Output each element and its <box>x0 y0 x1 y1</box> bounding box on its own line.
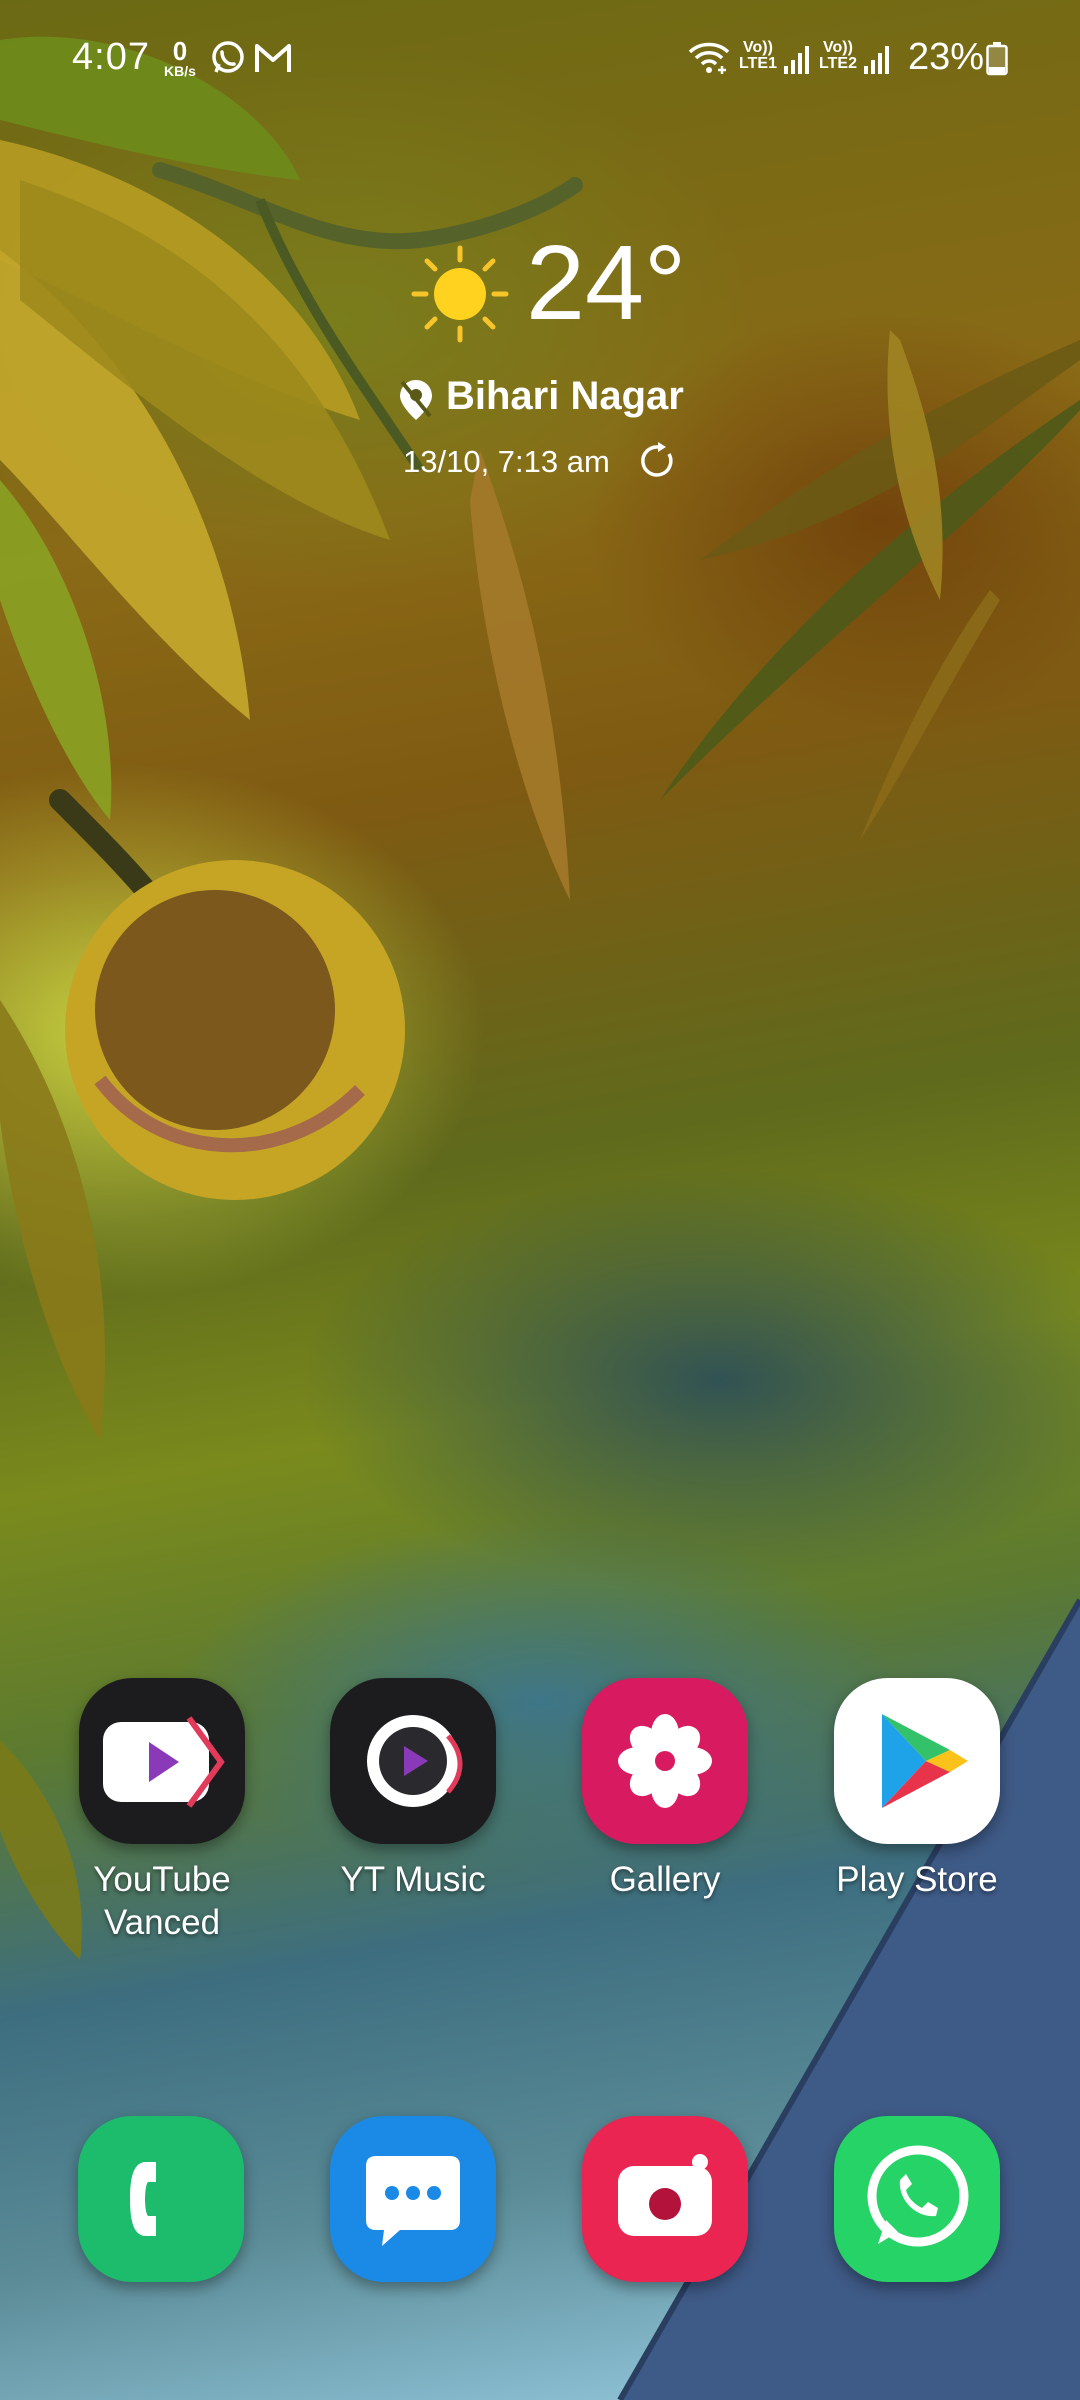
play-store-icon <box>834 1678 1000 1844</box>
battery-icon <box>986 42 1008 76</box>
location-pin-icon <box>400 380 432 420</box>
sim2-volte-indicator: Vo)) LTE2 <box>816 40 860 72</box>
volte-label: Vo)) <box>743 39 773 56</box>
status-bar: 4:07 0 KB/s Vo)) LTE1 Vo)) LTE2 23% <box>0 0 1080 124</box>
dock-phone[interactable] <box>78 2116 244 2282</box>
dock-camera[interactable] <box>582 2116 748 2282</box>
wifi-icon <box>688 42 730 74</box>
app-label: Gallery <box>540 1858 790 1901</box>
phone-icon <box>78 2116 244 2282</box>
app-label: YT Music <box>288 1858 538 1901</box>
volte-label: Vo)) <box>823 39 853 56</box>
app-label-line1: YT Music <box>340 1860 486 1899</box>
gallery-icon <box>582 1678 748 1844</box>
whatsapp-icon <box>212 41 244 73</box>
network-speed-unit: KB/s <box>164 63 196 79</box>
yt-music-icon <box>330 1678 496 1844</box>
sim2-label: LTE2 <box>819 55 857 72</box>
app-label: YouTube Vanced <box>37 1858 287 1944</box>
sim1-volte-indicator: Vo)) LTE1 <box>736 40 780 72</box>
sun-icon <box>411 245 509 343</box>
location-name: Bihari Nagar <box>446 374 684 418</box>
app-label: Play Store <box>792 1858 1042 1901</box>
refresh-icon[interactable] <box>639 442 677 480</box>
network-speed-value: 0 <box>172 36 188 66</box>
youtube-vanced-icon <box>79 1678 245 1844</box>
app-label-line1: YouTube <box>93 1860 231 1899</box>
app-play-store[interactable]: Play Store <box>792 1678 1042 1901</box>
messages-icon <box>330 2116 496 2282</box>
app-youtube-vanced[interactable]: YouTube Vanced <box>37 1678 287 1944</box>
sim1-label: LTE1 <box>739 55 777 72</box>
network-speed: 0 KB/s <box>158 38 202 78</box>
camera-icon <box>582 2116 748 2282</box>
app-gallery[interactable]: Gallery <box>540 1678 790 1901</box>
last-updated-text: 13/10, 7:13 am <box>403 444 610 479</box>
app-label-line1: Gallery <box>609 1860 721 1899</box>
signal-icon <box>784 46 809 74</box>
app-yt-music[interactable]: YT Music <box>288 1678 538 1901</box>
temperature: 24° <box>526 224 687 342</box>
status-time: 4:07 <box>72 36 150 78</box>
app-label-line1: Play Store <box>836 1860 998 1899</box>
gmail-icon <box>255 44 291 72</box>
signal-icon <box>864 46 889 74</box>
dock-whatsapp[interactable] <box>834 2116 1000 2282</box>
whatsapp-icon <box>834 2116 1000 2282</box>
dock-messages[interactable] <box>330 2116 496 2282</box>
app-label-line2: Vanced <box>103 1903 221 1942</box>
temperature-row[interactable]: 24° <box>410 230 686 350</box>
wallpaper-corner-panel <box>617 1598 1080 2400</box>
battery-percent: 23% <box>908 36 985 78</box>
